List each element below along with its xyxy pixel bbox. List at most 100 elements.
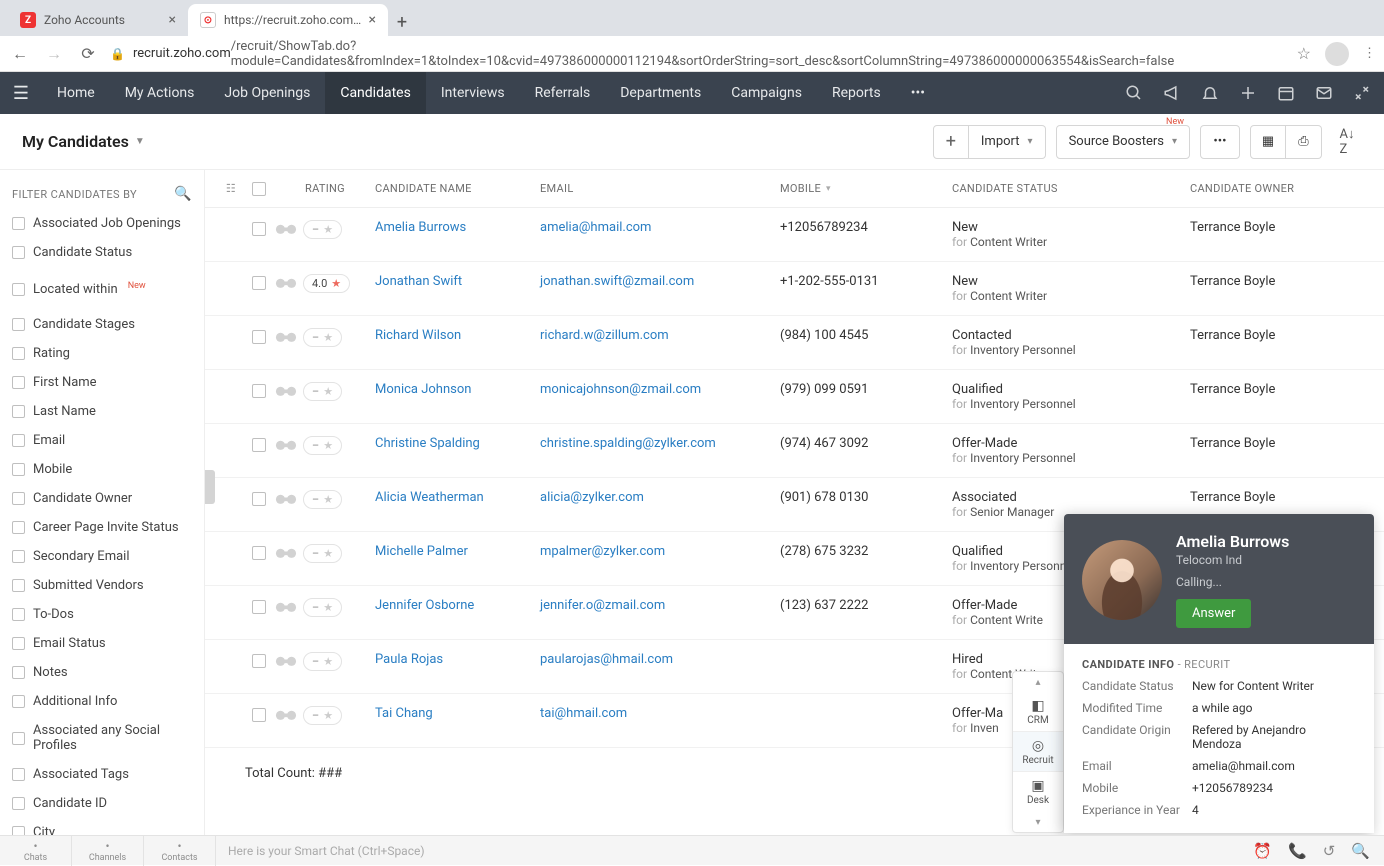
rating-pill[interactable]: –★ (303, 652, 342, 671)
candidate-email-link[interactable]: mpalmer@zylker.com (540, 544, 665, 559)
checkbox-icon[interactable] (12, 826, 25, 835)
bookmark-icon[interactable]: ☆ (1297, 44, 1311, 63)
import-button[interactable]: Import▾ (969, 125, 1046, 159)
nav-home[interactable]: Home (42, 72, 110, 114)
candidate-email-link[interactable]: monicajohnson@zmail.com (540, 382, 701, 397)
row-checkbox[interactable] (243, 382, 275, 398)
history-icon[interactable]: ↺ (1323, 842, 1336, 860)
col-status[interactable]: CANDIDATE STATUS (952, 182, 1190, 195)
candidate-email-link[interactable]: paularojas@hmail.com (540, 652, 673, 667)
rating-pill[interactable]: –★ (303, 598, 342, 617)
candidate-name-link[interactable]: Alicia Weatherman (375, 490, 484, 505)
rating-pill[interactable]: –★ (303, 220, 342, 239)
nav-more-icon[interactable]: ••• (896, 72, 940, 114)
browser-tab-active[interactable]: ⊙ https://recruit.zoho.com/recrui × (188, 4, 388, 36)
candidate-name-link[interactable]: Christine Spalding (375, 436, 480, 451)
row-checkbox[interactable] (243, 490, 275, 506)
row-checkbox[interactable] (243, 598, 275, 614)
candidate-name-link[interactable]: Tai Chang (375, 706, 433, 721)
row-checkbox[interactable] (243, 436, 275, 452)
candidate-email-link[interactable]: tai@hmail.com (540, 706, 627, 721)
app-recruit[interactable]: ◎Recruit (1013, 732, 1063, 772)
source-boosters-button[interactable]: Source Boosters▾ (1056, 125, 1190, 159)
checkbox-icon[interactable] (12, 283, 25, 296)
filter-associated-job-openings[interactable]: Associated Job Openings (10, 212, 194, 235)
filter-email-status[interactable]: Email Status (10, 632, 194, 655)
select-all-checkbox[interactable] (243, 182, 275, 196)
checkbox-icon[interactable] (12, 732, 25, 745)
sort-button[interactable]: A↓Z (1332, 125, 1362, 159)
nav-candidates[interactable]: Candidates (325, 72, 426, 114)
search-icon[interactable]: 🔍 (174, 186, 192, 202)
filter-rating[interactable]: Rating (10, 342, 194, 365)
nav-departments[interactable]: Departments (605, 72, 716, 114)
row-checkbox[interactable] (243, 652, 275, 668)
profile-avatar-icon[interactable] (1325, 42, 1349, 66)
table-row[interactable]: –★Christine Spaldingchristine.spalding@z… (205, 424, 1384, 478)
candidate-name-link[interactable]: Michelle Palmer (375, 544, 468, 559)
candidate-name-link[interactable]: Monica Johnson (375, 382, 471, 397)
filter-career-page-invite-status[interactable]: Career Page Invite Status (10, 516, 194, 539)
filter-email[interactable]: Email (10, 429, 194, 452)
candidate-name-link[interactable]: Richard Wilson (375, 328, 461, 343)
filter-candidate-stages[interactable]: Candidate Stages (10, 313, 194, 336)
nav-my-actions[interactable]: My Actions (110, 72, 210, 114)
row-checkbox[interactable] (243, 544, 275, 560)
candidate-email-link[interactable]: amelia@hmail.com (540, 220, 651, 235)
rating-pill[interactable]: 4.0★ (303, 274, 350, 293)
nav-interviews[interactable]: Interviews (426, 72, 520, 114)
rail-up-icon[interactable]: ▴ (1013, 672, 1063, 692)
table-row[interactable]: –★Monica Johnsonmonicajohnson@zmail.com(… (205, 370, 1384, 424)
rating-pill[interactable]: –★ (303, 544, 342, 563)
calendar-icon[interactable] (1276, 83, 1296, 103)
sidebar-collapse-handle[interactable] (205, 470, 215, 504)
checkbox-icon[interactable] (12, 768, 25, 781)
candidate-email-link[interactable]: richard.w@zillum.com (540, 328, 669, 343)
checkbox-icon[interactable] (12, 666, 25, 679)
candidate-email-link[interactable]: christine.spalding@zylker.com (540, 436, 716, 451)
bottom-tab-contacts[interactable]: •Contacts (144, 836, 216, 866)
row-checkbox[interactable] (243, 274, 275, 290)
app-desk[interactable]: ▣Desk (1013, 772, 1063, 812)
checkbox-icon[interactable] (12, 637, 25, 650)
row-checkbox[interactable] (243, 706, 275, 722)
search-icon[interactable] (1124, 83, 1144, 103)
candidate-name-link[interactable]: Jennifer Osborne (375, 598, 474, 613)
bottom-tab-chats[interactable]: •Chats (0, 836, 72, 866)
close-icon[interactable]: × (169, 12, 176, 28)
checkbox-icon[interactable] (12, 521, 25, 534)
col-email[interactable]: EMAIL (540, 182, 780, 195)
filter-secondary-email[interactable]: Secondary Email (10, 545, 194, 568)
nav-referrals[interactable]: Referrals (520, 72, 606, 114)
rating-pill[interactable]: –★ (303, 382, 342, 401)
nav-reports[interactable]: Reports (817, 72, 896, 114)
column-settings-icon[interactable]: ☷ (219, 182, 243, 195)
row-checkbox[interactable] (243, 220, 275, 236)
browser-tab[interactable]: Z Zoho Accounts × (8, 4, 188, 36)
filter-mobile[interactable]: Mobile (10, 458, 194, 481)
filter-associated-tags[interactable]: Associated Tags (10, 763, 194, 786)
answer-button[interactable]: Answer (1176, 599, 1251, 628)
candidate-email-link[interactable]: jonathan.swift@zmail.com (540, 274, 694, 289)
bottom-tab-channels[interactable]: •Channels (72, 836, 144, 866)
checkbox-icon[interactable] (12, 579, 25, 592)
nav-campaigns[interactable]: Campaigns (716, 72, 817, 114)
print-icon[interactable]: ⎙ (1286, 125, 1322, 159)
filter-candidate-id[interactable]: Candidate ID (10, 792, 194, 815)
megaphone-icon[interactable] (1162, 83, 1182, 103)
checkbox-icon[interactable] (12, 550, 25, 563)
checkbox-icon[interactable] (12, 695, 25, 708)
bell-icon[interactable] (1200, 83, 1220, 103)
col-owner[interactable]: CANDIDATE OWNER (1190, 182, 1384, 195)
col-rating[interactable]: RATING (275, 182, 375, 195)
checkbox-icon[interactable] (12, 376, 25, 389)
rating-pill[interactable]: –★ (303, 328, 342, 347)
checkbox-icon[interactable] (12, 246, 25, 259)
checkbox-icon[interactable] (12, 434, 25, 447)
filter-submitted-vendors[interactable]: Submitted Vendors (10, 574, 194, 597)
filter-last-name[interactable]: Last Name (10, 400, 194, 423)
row-checkbox[interactable] (243, 328, 275, 344)
filter-to-dos[interactable]: To-Dos (10, 603, 194, 626)
kebab-menu-icon[interactable]: ⋮ (1363, 46, 1376, 61)
phone-icon[interactable]: 📞 (1288, 842, 1307, 860)
